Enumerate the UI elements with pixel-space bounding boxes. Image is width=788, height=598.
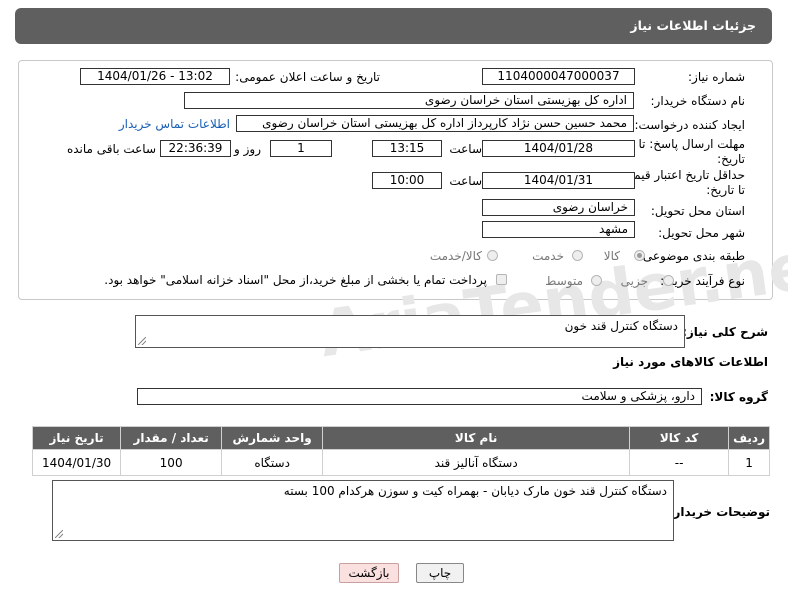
deadline-label-1: مهلت ارسال پاسخ: تا <box>638 137 745 151</box>
col-unit: واحد شمارش <box>221 426 324 450</box>
buyer-notes-label: توضیحات خریدار: <box>668 505 770 519</box>
table-row: 1 -- دستگاه آنالیز قند دستگاه 100 1404/0… <box>31 449 770 476</box>
requester-field: محمد حسین حسن نژاد کارپرداز اداره کل بهز… <box>236 115 634 132</box>
deadline-date-field: 1404/01/28 <box>482 140 635 157</box>
goods-section-title: اطلاعات کالاهای مورد نیاز <box>613 355 768 369</box>
cell-goods-name: دستگاه آنالیز قند <box>322 449 631 476</box>
summary-textarea: دستگاه کنترل قند خون <box>135 315 685 348</box>
category-option-goods-service: کالا/خدمت <box>429 249 482 263</box>
requester-label: ایجاد کننده درخواست: <box>634 118 745 132</box>
resize-grip-icon[interactable] <box>138 337 146 345</box>
remaining-time-field: 22:36:39 <box>160 140 231 157</box>
buyer-notes-text: دستگاه کنترل قند خون مارک دیابان - بهمرا… <box>283 484 667 498</box>
process-radio-minor[interactable] <box>663 275 674 286</box>
category-radio-goods-service[interactable] <box>487 250 498 261</box>
category-radio-goods[interactable] <box>634 250 645 261</box>
category-option-service: خدمت <box>532 249 564 263</box>
validity-time-field: 10:00 <box>372 172 442 189</box>
cell-unit: دستگاه <box>221 449 324 476</box>
process-option-medium: متوسط <box>545 274 583 288</box>
announce-label: تاریخ و ساعت اعلان عمومی: <box>235 70 380 84</box>
category-option-goods: کالا <box>603 249 620 263</box>
validity-label-1: حداقل تاریخ اعتبار قیمت: <box>618 168 745 182</box>
remaining-label: ساعت باقی مانده <box>66 142 156 156</box>
province-field: خراسان رضوی <box>482 199 635 216</box>
days-label: روز و <box>234 142 261 156</box>
category-radio-service[interactable] <box>572 250 583 261</box>
need-number-label: شماره نیاز: <box>688 70 745 84</box>
cell-goods-code: -- <box>629 449 730 476</box>
validity-time-label: ساعت <box>449 174 482 188</box>
treasury-payment-checkbox[interactable] <box>496 274 507 285</box>
city-label: شهر محل تحویل: <box>658 226 745 240</box>
process-option-minor: جزیی <box>620 274 648 288</box>
buyer-notes-textarea: دستگاه کنترل قند خون مارک دیابان - بهمرا… <box>52 480 674 541</box>
page-header: جزئیات اطلاعات نیاز <box>15 8 772 44</box>
buyer-org-label: نام دستگاه خریدار: <box>650 94 746 108</box>
cell-need-date: 1404/01/30 <box>31 449 122 476</box>
col-goods-name: نام کالا <box>322 426 631 450</box>
deadline-time-label: ساعت <box>449 142 482 156</box>
province-label: استان محل تحویل: <box>650 204 745 218</box>
city-field: مشهد <box>482 221 635 238</box>
payment-note: پرداخت تمام یا بخشی از مبلغ خرید،از محل … <box>104 273 487 287</box>
category-label: طبقه بندی موضوعی: <box>638 249 745 263</box>
need-number-field: 1104000047000037 <box>482 68 635 85</box>
items-table: ردیف کد کالا نام کالا واحد شمارش تعداد /… <box>31 426 770 476</box>
summary-label: شرح کلی نیاز: <box>682 325 768 339</box>
resize-grip-icon[interactable] <box>55 530 63 538</box>
validity-date-field: 1404/01/31 <box>482 172 635 189</box>
table-header-row: ردیف کد کالا نام کالا واحد شمارش تعداد /… <box>31 426 770 450</box>
print-button[interactable]: چاپ <box>416 563 464 583</box>
buyer-org-field: اداره کل بهزیستی استان خراسان رضوی <box>184 92 634 109</box>
process-radio-medium[interactable] <box>591 275 602 286</box>
back-button[interactable]: بازگشت <box>339 563 399 583</box>
col-goods-code: کد کالا <box>629 426 730 450</box>
col-quantity: تعداد / مقدار <box>120 426 223 450</box>
col-need-date: تاریخ نیاز <box>31 426 122 450</box>
goods-group-field: دارو، پزشکی و سلامت <box>137 388 702 405</box>
buyer-contact-link[interactable]: اطلاعات تماس خریدار <box>119 117 230 131</box>
page-title: جزئیات اطلاعات نیاز <box>630 18 756 33</box>
cell-row-number: 1 <box>728 449 770 476</box>
days-field: 1 <box>270 140 332 157</box>
deadline-label-2: تاریخ: <box>717 152 745 166</box>
summary-text: دستگاه کنترل قند خون <box>564 319 678 333</box>
cell-quantity: 100 <box>120 449 223 476</box>
goods-group-label: گروه کالا: <box>709 390 768 404</box>
deadline-time-field: 13:15 <box>372 140 442 157</box>
announce-field: 1404/01/26 - 13:02 <box>80 68 230 85</box>
col-row-number: ردیف <box>728 426 770 450</box>
validity-label-2: تا تاریخ: <box>706 183 745 197</box>
